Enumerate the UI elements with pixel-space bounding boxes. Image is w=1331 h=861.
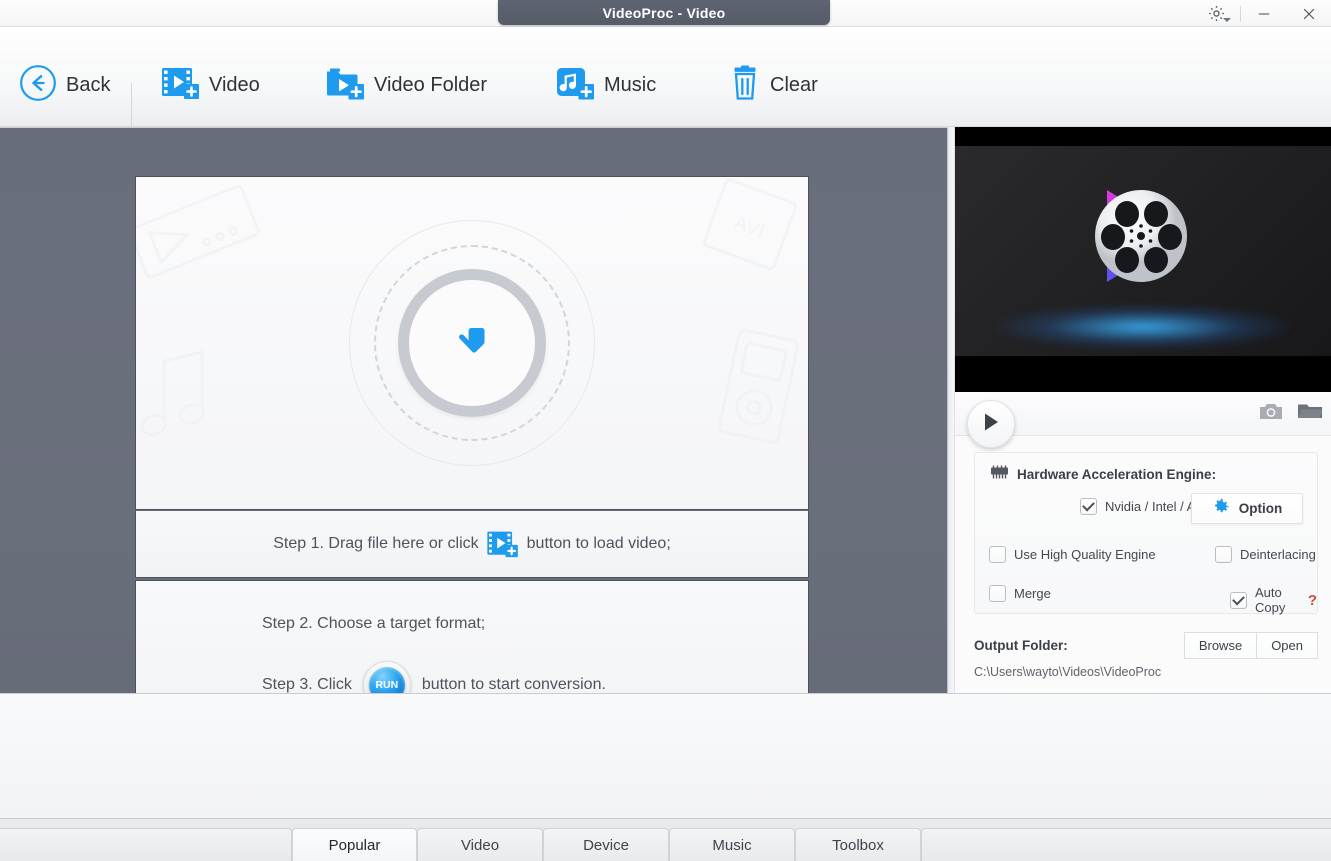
auto-copy-help-icon[interactable]: ? (1308, 592, 1317, 609)
tab-device[interactable]: Device (543, 828, 669, 861)
step3-after: button to start conversion. (421, 676, 606, 693)
gear-icon (1212, 498, 1230, 519)
add-music-button[interactable]: Music (550, 61, 662, 109)
preview-stage (955, 146, 1331, 356)
step2-text: Step 2. Choose a target format; (262, 615, 486, 632)
title-bar: VideoProc - Video (0, 0, 1331, 27)
add-video-label: Video (209, 73, 260, 96)
merge-checkbox-box[interactable] (989, 585, 1006, 602)
tabbar-right-filler (921, 828, 1331, 861)
add-video-icon (161, 66, 201, 105)
right-panel: Hardware Acceleration Engine: Nvidia / I… (955, 127, 1331, 693)
option-label: Option (1238, 501, 1283, 516)
main-toolbar: Back Video Video Folder Music Clear (0, 27, 1331, 127)
cpu-chip-icon (989, 465, 1010, 484)
bottom-tab-bar: Popular Video Device Music Toolbox (0, 818, 1331, 861)
output-folder-path[interactable]: C:\Users\wayto\Videos\VideoProc (974, 665, 1161, 679)
checkbox-merge[interactable]: Merge (989, 585, 1051, 602)
step1-row: Step 1. Drag file here or click button t… (135, 511, 809, 578)
play-icon (981, 411, 1001, 438)
video-preview[interactable] (955, 127, 1331, 392)
hardware-title-row: Hardware Acceleration Engine: (989, 465, 1303, 484)
step1-text: Step 1. Drag file here or click button t… (273, 530, 671, 558)
option-button[interactable]: Option (1191, 493, 1303, 524)
gear-dropdown-caret-icon[interactable] (1223, 18, 1231, 22)
settings-gear-icon[interactable] (1192, 0, 1240, 27)
step1-before: Step 1. Drag file here or click (273, 535, 479, 552)
toolbar-divider (131, 83, 132, 127)
output-folder-label: Output Folder: (974, 638, 1068, 653)
back-button[interactable]: Back (12, 61, 116, 109)
high-quality-checkbox-box[interactable] (989, 546, 1006, 563)
auto-copy-checkbox-box[interactable] (1230, 591, 1247, 609)
file-drop-zone[interactable]: AVI (135, 176, 809, 510)
music-note-watermark-icon (140, 350, 206, 436)
window-controls (1192, 0, 1331, 27)
dropzone-inner-circle[interactable] (398, 269, 546, 417)
checkbox-auto-copy[interactable]: Auto Copy ? (1230, 585, 1317, 615)
nvidia-checkbox-box[interactable] (1080, 498, 1097, 515)
add-video-inline-icon (486, 530, 520, 558)
clear-button[interactable]: Clear (722, 61, 824, 109)
videoproc-reel-logo (1095, 190, 1187, 282)
deinterlacing-checkbox-label: Deinterlacing (1240, 547, 1316, 562)
folder-icon[interactable] (1297, 401, 1323, 426)
camera-icon[interactable] (1259, 402, 1283, 426)
play-button[interactable] (967, 400, 1015, 448)
tab-video[interactable]: Video (417, 828, 543, 861)
add-video-folder-button[interactable]: Video Folder (320, 61, 493, 109)
add-video-folder-icon (326, 66, 366, 105)
close-button[interactable] (1286, 0, 1331, 27)
deinterlacing-checkbox-box[interactable] (1215, 546, 1232, 563)
media-player-watermark-icon (717, 328, 800, 444)
back-arrow-icon (18, 63, 58, 108)
add-music-label: Music (604, 73, 657, 96)
clear-label: Clear (770, 73, 818, 96)
pointer-arrow-icon (452, 320, 492, 367)
step1-after: button to load video; (526, 535, 671, 552)
output-folder-row: Output Folder: Browse Open (974, 632, 1318, 659)
hardware-acceleration-panel: Hardware Acceleration Engine: Nvidia / I… (974, 452, 1318, 615)
trash-icon (728, 65, 762, 106)
window-title: VideoProc - Video (498, 0, 830, 25)
browse-button[interactable]: Browse (1183, 632, 1258, 659)
add-music-icon (556, 66, 596, 105)
checkbox-deinterlacing[interactable]: Deinterlacing (1215, 546, 1316, 563)
format-strip: Target Format MOV h.264 MP4 (0, 693, 1331, 818)
merge-checkbox-label: Merge (1014, 586, 1051, 601)
avi-file-watermark-icon: AVI (702, 178, 798, 271)
checkbox-high-quality-engine[interactable]: Use High Quality Engine (989, 546, 1156, 563)
output-folder-buttons: Browse Open (1183, 632, 1318, 659)
auto-copy-checkbox-label: Auto Copy (1255, 585, 1286, 615)
open-button[interactable]: Open (1257, 632, 1318, 659)
add-video-folder-label: Video Folder (374, 73, 488, 96)
hardware-title: Hardware Acceleration Engine: (1017, 467, 1217, 482)
add-video-button[interactable]: Video (155, 61, 266, 109)
panel-divider[interactable] (948, 127, 955, 693)
tab-toolbox[interactable]: Toolbox (795, 828, 921, 861)
step3-before: Step 3. Click (262, 676, 352, 693)
svg-text:AVI: AVI (731, 212, 767, 243)
tab-popular[interactable]: Popular (292, 828, 417, 861)
back-label: Back (66, 73, 111, 96)
tabbar-left-filler (0, 828, 292, 861)
tab-music[interactable]: Music (669, 828, 795, 861)
film-strip-watermark-icon (136, 184, 260, 279)
main-canvas: AVI Step 1. Drag file here or click butt… (0, 127, 948, 755)
minimize-button[interactable] (1241, 0, 1286, 27)
high-quality-checkbox-label: Use High Quality Engine (1014, 547, 1156, 562)
